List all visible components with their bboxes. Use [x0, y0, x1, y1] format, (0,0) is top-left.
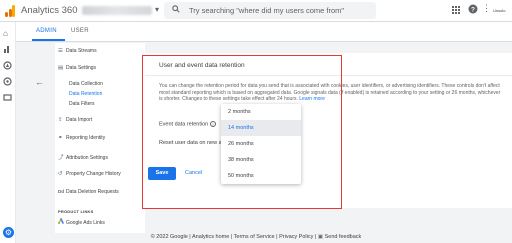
dropdown-option[interactable]: 26 months: [221, 136, 301, 152]
learn-more-link[interactable]: Learn more: [299, 96, 325, 102]
tab-admin[interactable]: ADMIN: [36, 28, 57, 34]
nav-item-attribution-settings[interactable]: ⤴ Attribution Settings: [58, 153, 108, 161]
analytics-logo[interactable]: [5, 5, 15, 17]
privacy-link[interactable]: Privacy Policy: [279, 234, 313, 240]
dropdown-option[interactable]: 38 months: [221, 152, 301, 168]
help-icon[interactable]: ?: [468, 4, 478, 16]
history-icon: ↺: [58, 171, 63, 177]
retention-description: You can change the retention period for …: [159, 83, 501, 103]
reports-icon[interactable]: [3, 45, 12, 56]
nav-item-data-filters[interactable]: Data Filters: [69, 101, 95, 107]
analytics-home-link[interactable]: Analytics home: [192, 234, 229, 240]
app-title: Analytics 360: [21, 5, 78, 16]
nav-item-google-ads-links[interactable]: Google Ads Links: [58, 218, 105, 226]
retention-period-dropdown[interactable]: 2 months 14 months 26 months 38 months 5…: [221, 104, 301, 184]
send-feedback-link[interactable]: Send feedback: [325, 234, 362, 240]
account-selector[interactable]: [82, 6, 152, 15]
dd-icon: Dd: [58, 189, 64, 194]
identity-icon: ⚭: [58, 135, 63, 141]
advertising-icon[interactable]: [3, 77, 12, 88]
home-icon[interactable]: ⌂: [3, 29, 8, 38]
configure-icon[interactable]: [3, 93, 12, 104]
active-tab-indicator: [32, 39, 65, 41]
top-bar: Analytics 360 ▾ Try searching "where did…: [0, 0, 512, 22]
nav-item-data-retention[interactable]: Data Retention: [69, 91, 102, 97]
database-icon: ▤: [58, 65, 64, 71]
cancel-button[interactable]: Cancel: [185, 170, 202, 176]
nav-item-reporting-identity[interactable]: ⚭ Reporting Identity: [58, 135, 105, 141]
nav-item-data-deletion-requests[interactable]: Dd Data Deletion Requests: [58, 189, 119, 195]
upload-icon: ⇪: [58, 117, 63, 123]
explore-icon[interactable]: [3, 61, 12, 72]
more-vert-icon[interactable]: ⋮: [482, 3, 491, 14]
dropdown-option-selected[interactable]: 14 months: [221, 120, 301, 136]
nav-item-data-import[interactable]: ⇪ Data Import: [58, 117, 92, 123]
streams-icon: ☰: [58, 48, 63, 54]
back-arrow-icon[interactable]: ←: [35, 77, 44, 87]
nav-item-data-settings[interactable]: ▤ Data Settings: [58, 65, 96, 71]
data-retention-card: User and event data retention You can ch…: [145, 53, 512, 208]
nav-item-data-collection[interactable]: Data Collection: [69, 81, 103, 87]
card-divider: [145, 75, 512, 76]
search-icon: [172, 5, 180, 15]
nav-item-data-streams[interactable]: ☰ Data Streams: [58, 48, 97, 54]
google-ads-icon: [58, 218, 66, 226]
terms-link[interactable]: Terms of Service: [234, 234, 275, 240]
chevron-down-icon[interactable]: ▾: [155, 5, 159, 14]
search-input[interactable]: Try searching "where did my users come f…: [189, 6, 344, 15]
search-box[interactable]: Try searching "where did my users come f…: [164, 2, 376, 19]
help-circle-icon[interactable]: ?: [209, 121, 216, 127]
svg-text:?: ?: [471, 6, 475, 13]
card-title: User and event data retention: [159, 62, 245, 69]
left-rail: ⌂: [0, 22, 16, 243]
admin-tabs: ADMIN USER: [16, 22, 512, 42]
apps-icon[interactable]: [452, 6, 460, 14]
dropdown-option[interactable]: 2 months: [221, 104, 301, 120]
save-button[interactable]: Save: [148, 167, 176, 180]
product-links-heading: PRODUCT LINKS: [58, 209, 94, 214]
nav-item-property-change-history[interactable]: ↺ Property Change History: [58, 171, 121, 177]
user-name[interactable]: Unsolo: [493, 8, 505, 13]
reset-user-data-label: Reset user data on new a: [159, 140, 222, 146]
attribution-icon: ⤴: [58, 155, 64, 161]
footer: © 2022 Google | Analytics home | Terms o…: [150, 234, 362, 240]
event-data-retention-label: Event data retention ?: [159, 121, 216, 128]
copyright-text: © 2022 Google |: [150, 234, 191, 240]
dropdown-option[interactable]: 50 months: [221, 168, 301, 184]
feedback-icon[interactable]: ▣: [318, 234, 323, 240]
tab-user[interactable]: USER: [71, 28, 89, 34]
property-nav: ☰ Data Streams ▤ Data Settings Data Collec…: [55, 43, 145, 233]
